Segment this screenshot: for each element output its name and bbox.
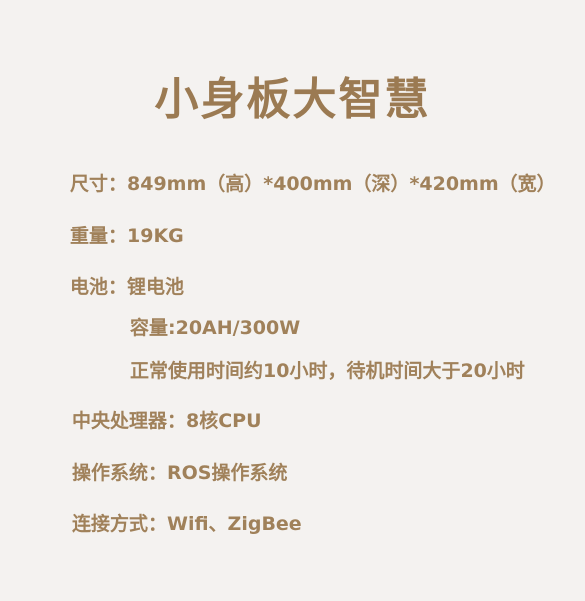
spec-size: 尺寸：849mm（高）*400mm（深）*420mm（宽） — [70, 173, 556, 195]
spec-connectivity: 连接方式：Wifi、ZigBee — [72, 513, 302, 535]
spec-cpu: 中央处理器：8核CPU — [72, 410, 262, 432]
spec-capacity: 容量:20AH/300W — [130, 317, 301, 339]
product-spec-page: 小身板大智慧 尺寸：849mm（高）*400mm（深）*420mm（宽） 重量：… — [0, 0, 585, 601]
spec-weight: 重量：19KG — [70, 225, 184, 247]
page-title: 小身板大智慧 — [154, 74, 431, 125]
spec-os: 操作系统：ROS操作系统 — [72, 462, 288, 484]
spec-runtime: 正常使用时间约10小时，待机时间大于20小时 — [130, 360, 525, 382]
spec-battery: 电池：锂电池 — [70, 276, 185, 298]
